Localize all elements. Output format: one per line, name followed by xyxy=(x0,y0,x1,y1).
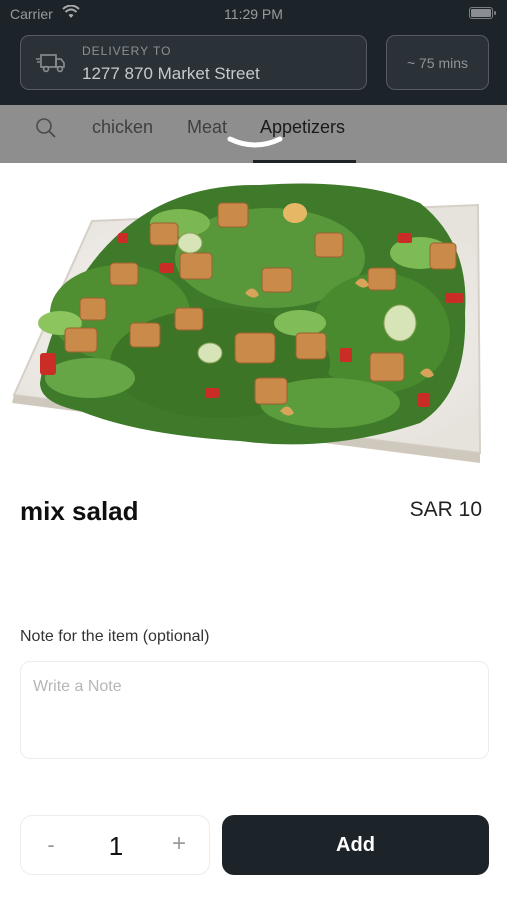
delivery-truck-icon xyxy=(35,52,67,81)
delivery-label: DELIVERY TO xyxy=(82,44,172,58)
salad-image xyxy=(0,163,507,473)
item-name: mix salad xyxy=(20,496,139,526)
quantity-value: 1 xyxy=(108,831,124,861)
tab-chicken[interactable]: chicken xyxy=(92,117,153,138)
increment-button[interactable]: + xyxy=(169,830,189,858)
status-bar: Carrier 11:29 PM xyxy=(0,0,507,28)
note-input[interactable] xyxy=(20,661,489,759)
quantity-stepper: - 1 + xyxy=(20,815,210,875)
add-button[interactable]: Add xyxy=(222,815,489,875)
note-label: Note for the item (optional) xyxy=(20,628,210,645)
category-tabs: chicken Meat Appetizers xyxy=(0,105,507,165)
delivery-address: 1277 870 Market Street xyxy=(82,64,260,83)
item-detail-sheet: mix salad SAR 10 Note for the item (opti… xyxy=(0,163,507,900)
item-price: SAR 10 xyxy=(409,498,482,521)
tab-meat[interactable]: Meat xyxy=(187,117,227,138)
decrement-button[interactable]: - xyxy=(41,832,61,858)
battery-icon xyxy=(469,7,496,19)
clock: 11:29 PM xyxy=(224,6,283,22)
search-icon[interactable] xyxy=(35,117,57,144)
eta-text: ~ 75 mins xyxy=(406,54,469,71)
app-header: Carrier 11:29 PM DELIVERY TO 1277 870 Ma… xyxy=(0,0,507,105)
chevron-down-icon[interactable] xyxy=(226,135,284,156)
eta-badge[interactable]: ~ 75 mins xyxy=(386,35,489,90)
delivery-address-selector[interactable]: DELIVERY TO 1277 870 Market Street xyxy=(20,35,367,90)
